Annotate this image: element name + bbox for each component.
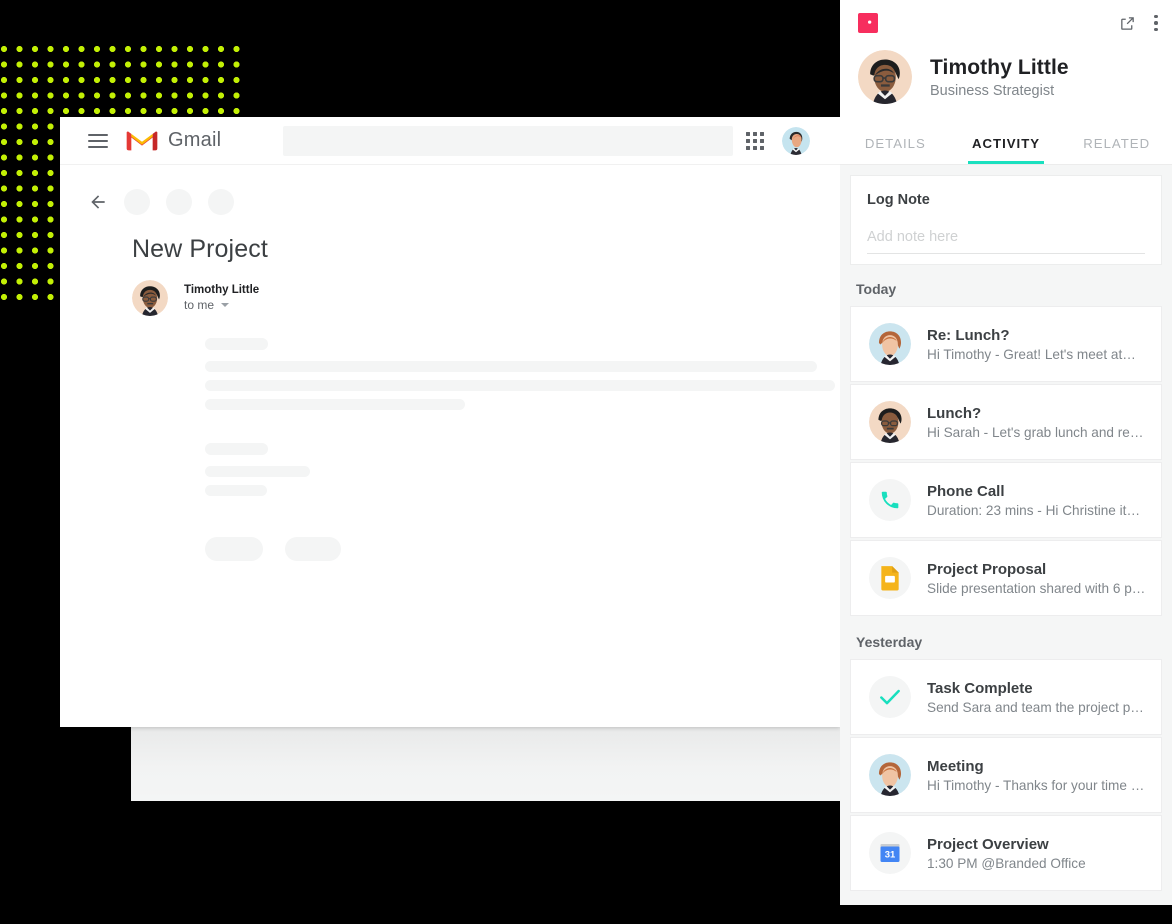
panel-tabs: DETAILS ACTIVITY RELATED <box>840 124 1172 165</box>
gmail-logo-icon <box>126 131 158 150</box>
activity-subtitle: Hi Timothy - Thanks for your time tod… <box>927 777 1147 793</box>
log-note-title: Log Note <box>867 192 930 208</box>
panel-header: Timothy Little Business Strategist DETAI… <box>840 0 1172 165</box>
activity-item-meeting[interactable]: Meeting Hi Timothy - Thanks for your tim… <box>850 737 1162 813</box>
skeleton-line <box>205 399 465 410</box>
google-calendar-icon: 31 <box>869 832 911 874</box>
activity-subtitle: Hi Timothy - Great! Let's meet at… <box>927 346 1136 362</box>
apps-grid-icon[interactable] <box>746 131 764 150</box>
action-placeholder-2[interactable] <box>166 189 192 215</box>
more-options-icon[interactable] <box>1154 14 1158 32</box>
activity-subtitle: Hi Sarah - Let's grab lunch and revi… <box>927 424 1147 440</box>
open-in-new-icon[interactable] <box>1119 15 1136 32</box>
activity-text: Meeting Hi Timothy - Thanks for your tim… <box>927 758 1147 793</box>
activity-title: Project Proposal <box>927 560 1047 578</box>
activity-text: Phone Call Duration: 23 mins - Hi Christ… <box>927 483 1140 518</box>
activity-title: Meeting <box>927 757 984 775</box>
gmail-search-input[interactable] <box>283 125 734 156</box>
action-placeholder-1[interactable] <box>124 189 150 215</box>
sender-recipient[interactable]: to me <box>184 298 259 312</box>
activity-item-task-complete[interactable]: Task Complete Send Sara and team the pro… <box>850 659 1162 735</box>
activity-title: Project Overview <box>927 835 1049 853</box>
gmail-toolbar-right <box>746 126 824 155</box>
back-arrow-icon[interactable] <box>88 192 108 212</box>
panel-toolbar <box>840 0 1172 46</box>
activity-item-lunch[interactable]: Lunch? Hi Sarah - Let's grab lunch and r… <box>850 384 1162 460</box>
skeleton-button <box>285 537 341 561</box>
account-avatar[interactable] <box>782 126 810 155</box>
chevron-down-icon[interactable] <box>221 303 230 307</box>
profile-block: Timothy Little Business Strategist <box>840 46 1172 124</box>
profile-avatar <box>858 50 912 104</box>
activity-text: Task Complete Send Sara and team the pro… <box>927 680 1147 715</box>
skeleton-button <box>205 537 263 561</box>
tab-activity[interactable]: ACTIVITY <box>951 124 1062 164</box>
activity-title: Re: Lunch? <box>927 326 1010 344</box>
activity-item-project-proposal[interactable]: Project Proposal Slide presentation shar… <box>850 540 1162 616</box>
skeleton-button-row <box>205 537 840 561</box>
log-note-input-wrap <box>867 228 1145 254</box>
google-slides-icon <box>869 557 911 599</box>
hamburger-icon[interactable] <box>88 133 108 148</box>
avatar-sarah-icon <box>869 323 911 365</box>
avatar-sarah-icon <box>869 754 911 796</box>
activity-item-project-overview[interactable]: 31 Project Overview 1:30 PM @Branded Off… <box>850 815 1162 891</box>
skeleton-line <box>205 361 817 372</box>
gmail-window: Gmail New Project Timothy Little to me <box>60 117 840 727</box>
sender-avatar <box>132 280 168 316</box>
contact-activity-panel: Timothy Little Business Strategist DETAI… <box>840 0 1172 905</box>
tab-related[interactable]: RELATED <box>1061 124 1172 164</box>
profile-role: Business Strategist <box>930 82 1055 99</box>
gmail-message-actions <box>60 165 840 215</box>
check-icon <box>869 676 911 718</box>
phone-icon <box>869 479 911 521</box>
svg-text:31: 31 <box>885 850 896 861</box>
skeleton-line <box>205 380 835 391</box>
group-label-today: Today <box>856 281 897 297</box>
activity-subtitle: 1:30 PM @Branded Office <box>927 855 1086 871</box>
avatar-timothy-icon <box>869 401 911 443</box>
profile-text: Timothy Little Business Strategist <box>930 56 1069 99</box>
activity-subtitle: Send Sara and team the project prop… <box>927 699 1147 715</box>
screen-root: Gmail New Project Timothy Little to me T… <box>0 0 1172 924</box>
activity-subtitle: Duration: 23 mins - Hi Christine it… <box>927 502 1141 518</box>
action-placeholder-3[interactable] <box>208 189 234 215</box>
activity-item-re-lunch[interactable]: Re: Lunch? Hi Timothy - Great! Let's mee… <box>850 306 1162 382</box>
profile-name: Timothy Little <box>930 55 1069 79</box>
gmail-toolbar: Gmail <box>60 117 840 165</box>
activity-feed: Log Note Today <box>840 165 1172 905</box>
skeleton-line <box>205 338 268 350</box>
skeleton-line <box>205 443 268 455</box>
recipient-label: to me <box>184 298 215 312</box>
activity-title: Lunch? <box>927 404 982 422</box>
activity-text: Re: Lunch? Hi Timothy - Great! Let's mee… <box>927 327 1136 362</box>
sender-meta: Timothy Little to me <box>184 280 259 312</box>
background-panel <box>131 726 840 801</box>
message-sender-row: Timothy Little to me <box>132 280 840 316</box>
activity-title: Phone Call <box>927 482 1005 500</box>
message-body-placeholder <box>132 338 840 561</box>
skeleton-line <box>205 485 267 496</box>
gmail-message: New Project Timothy Little to me <box>60 215 840 561</box>
message-subject: New Project <box>132 235 268 263</box>
activity-title: Task Complete <box>927 679 1033 697</box>
sender-name: Timothy Little <box>184 284 260 296</box>
activity-item-phone-call[interactable]: Phone Call Duration: 23 mins - Hi Christ… <box>850 462 1162 538</box>
gmail-brand-label: Gmail <box>168 129 222 151</box>
skeleton-line <box>205 466 310 477</box>
activity-text: Project Proposal Slide presentation shar… <box>927 561 1147 596</box>
activity-subtitle: Slide presentation shared with 6 people <box>927 580 1147 596</box>
log-note-card: Log Note <box>850 175 1162 265</box>
tab-details[interactable]: DETAILS <box>840 124 951 164</box>
panel-toolbar-actions <box>1119 14 1158 32</box>
activity-text: Project Overview 1:30 PM @Branded Office <box>927 836 1086 871</box>
app-logo-icon <box>858 13 878 33</box>
activity-text: Lunch? Hi Sarah - Let's grab lunch and r… <box>927 405 1147 440</box>
group-label-yesterday: Yesterday <box>856 634 923 650</box>
log-note-input[interactable] <box>867 229 1145 245</box>
